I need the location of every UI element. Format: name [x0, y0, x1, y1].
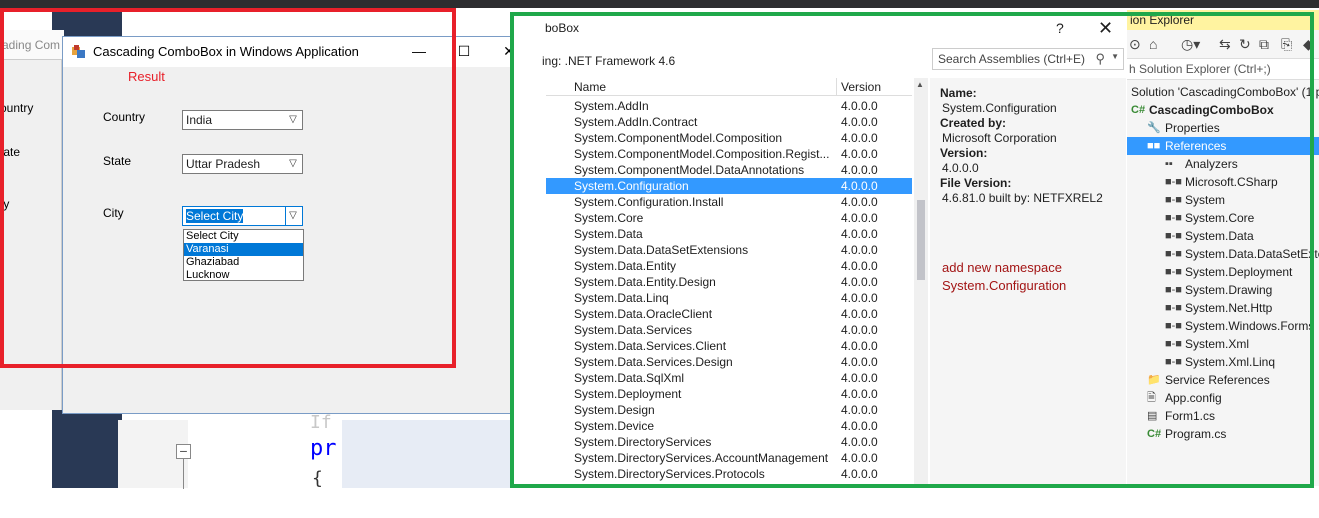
- annotation-box-red: [0, 8, 456, 368]
- code-editor-margin: [342, 420, 512, 488]
- code-line-faded: If: [310, 412, 332, 433]
- outline-line: [183, 459, 184, 489]
- annotation-box-green: [510, 12, 1314, 488]
- code-keyword: pr: [310, 436, 337, 461]
- collapse-toggle[interactable]: −: [176, 444, 191, 459]
- ide-top-bar: [0, 0, 1319, 8]
- code-brace: {: [312, 468, 323, 489]
- result-annotation: Result: [128, 69, 165, 84]
